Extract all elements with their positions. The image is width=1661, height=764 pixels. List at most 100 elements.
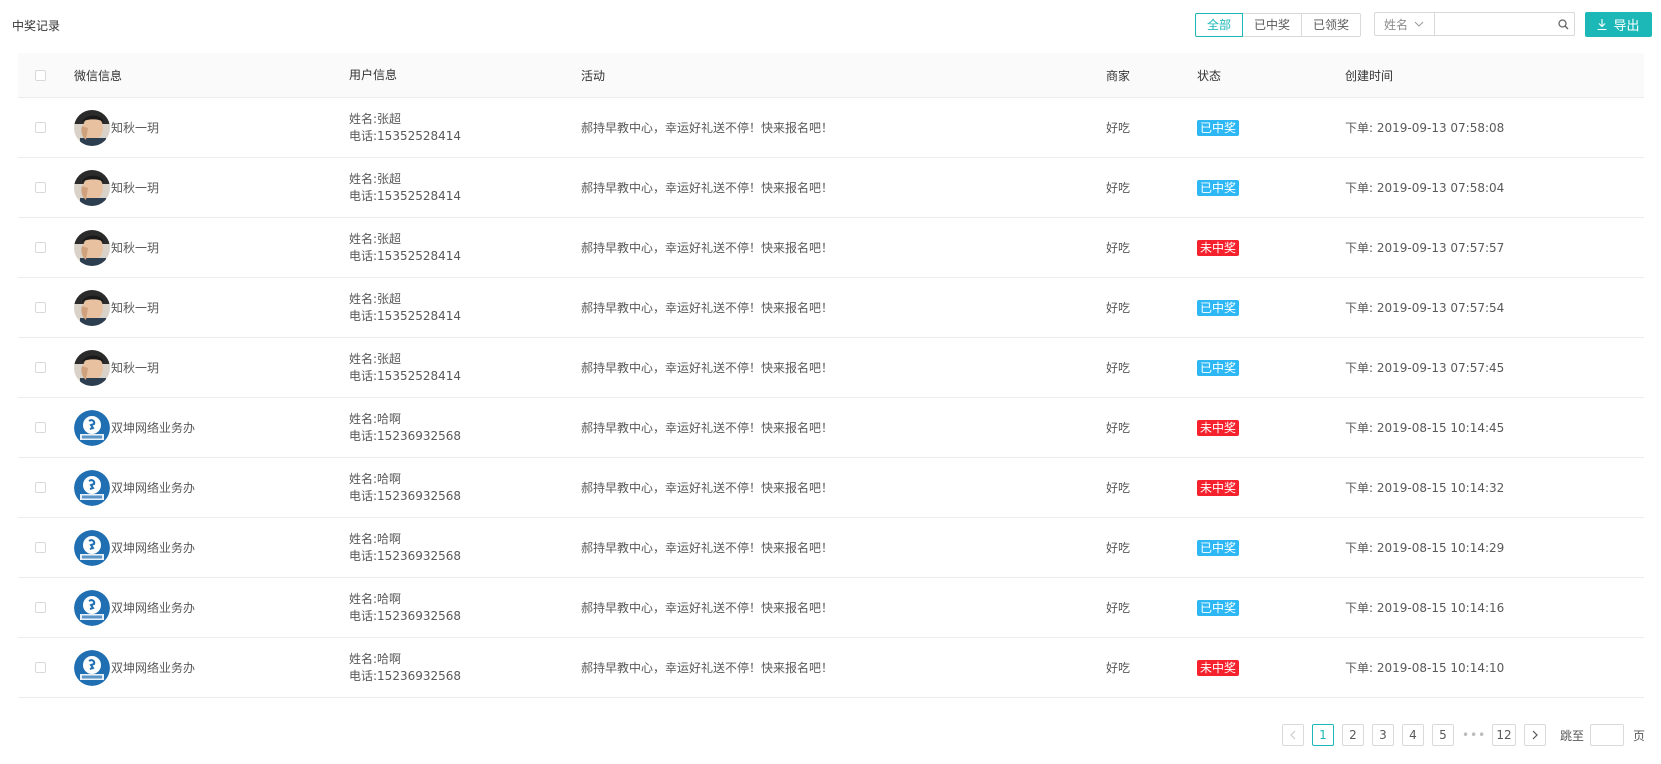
merchant-cell: 好吃 [1106, 541, 1131, 555]
wechat-name: 双坤网络业务办 [111, 601, 196, 615]
activity-cell: 郝持早教中心，幸运好礼送不停！快来报名吧！ [581, 241, 834, 255]
wechat-info: 知秋一玥 [74, 218, 159, 277]
search-input[interactable] [1435, 14, 1552, 34]
download-icon [1597, 19, 1607, 30]
avatar [74, 109, 110, 146]
header-activity: 活动 [581, 68, 606, 83]
row-checkbox-cell [35, 158, 46, 217]
status-cell: 已中奖 [1197, 98, 1240, 157]
table-row: 双坤网络业务办 姓名:哈啊 电话:15236932568 郝持早教中心，幸运好礼送不停… [18, 458, 1644, 518]
user-info: 姓名:张超电话:15352528414 [349, 278, 461, 337]
row-checkbox-cell [35, 98, 46, 157]
created-time-cell: 下单: 2019-09-13 07:57:45 [1345, 361, 1505, 375]
jump-label: 跳至 [1560, 728, 1585, 743]
merchant-cell: 好吃 [1106, 121, 1131, 135]
row-checkbox[interactable] [35, 182, 46, 193]
activity-cell: 郝持早教中心，幸运好礼送不停！快来报名吧！ [581, 541, 834, 555]
wechat-info: 双坤网络业务办 [74, 398, 195, 457]
row-checkbox-cell [35, 218, 46, 277]
status-cell: 已中奖 [1197, 578, 1240, 637]
page-4-button[interactable]: 4 [1402, 724, 1424, 746]
user-phone: 电话:15236932568 [349, 548, 462, 563]
row-checkbox[interactable] [35, 542, 46, 553]
status-badge: 已中奖 [1197, 119, 1240, 136]
next-page-button[interactable] [1524, 724, 1546, 746]
user-phone: 电话:15236932568 [349, 428, 462, 443]
prev-page-button[interactable] [1282, 724, 1304, 746]
jump-page-input[interactable] [1590, 724, 1625, 746]
page-3-button[interactable]: 3 [1372, 724, 1394, 746]
avatar [74, 229, 110, 266]
filter-all-button[interactable]: 全部 [1195, 13, 1244, 37]
status-cell: 已中奖 [1197, 338, 1240, 397]
page-1-button[interactable]: 1 [1312, 724, 1334, 746]
page-5-button[interactable]: 5 [1432, 724, 1454, 746]
status-cell: 已中奖 [1197, 518, 1240, 577]
table-row: 知秋一玥 姓名:张超 电话:15352528414 郝持早教中心，幸运好礼送不停！快来… [18, 218, 1644, 278]
merchant-cell: 好吃 [1106, 301, 1131, 315]
activity-cell: 郝持早教中心，幸运好礼送不停！快来报名吧！ [581, 661, 834, 675]
status-badge: 未中奖 [1197, 239, 1240, 256]
user-info: 姓名:哈啊 电话:15236932568 [349, 398, 461, 457]
row-checkbox-cell [35, 458, 46, 517]
header-user: 用户信息 [349, 67, 398, 82]
user-phone: 电话:15352528414 [349, 248, 462, 263]
status-badge: 已中奖 [1197, 359, 1240, 376]
status-cell: 未中奖 [1197, 218, 1240, 277]
table-row: 知秋一玥 姓名:张超 电话:15352528414 郝持早教中心，幸运好礼送不停！快来… [18, 278, 1644, 338]
jump-unit: 页 [1633, 728, 1646, 743]
table-row: 知秋一玥 姓名:张超 电话:15352528414 郝持早教中心，幸运好礼送不停！快来… [18, 98, 1644, 158]
export-button[interactable]: 导出 [1585, 12, 1652, 37]
export-label: 导出 [1613, 19, 1640, 34]
filter-claimed-button[interactable]: 已领奖 [1301, 13, 1362, 37]
page-2-button[interactable]: 2 [1342, 724, 1364, 746]
wechat-name: 知秋一玥 [111, 301, 160, 315]
user-info: 姓名:张超 电话:15352528414 [349, 158, 461, 217]
user-info: 姓名:张超 电话:15352528414 [349, 338, 461, 397]
user-info: 姓名:张超 电话:15352528414 [349, 98, 461, 157]
row-checkbox[interactable] [35, 662, 46, 673]
header-created-time: 创建时间 [1345, 68, 1394, 83]
row-checkbox[interactable] [35, 482, 46, 493]
chevron-left-icon [1290, 730, 1296, 740]
merchant-cell: 好吃 [1106, 481, 1131, 495]
avatar [74, 169, 110, 206]
row-checkbox[interactable] [35, 362, 46, 373]
filter-won-button[interactable]: 已中奖 [1242, 13, 1303, 37]
page-ellipsis[interactable]: ••• [1462, 728, 1485, 742]
select-all-checkbox[interactable] [35, 69, 46, 81]
user-phone: 电话:15352528414 [349, 308, 462, 323]
row-checkbox[interactable] [35, 422, 46, 433]
search-field-select[interactable]: 姓名 [1375, 13, 1435, 35]
user-name: 姓名:哈啊 [349, 471, 402, 486]
header-checkbox-cell [35, 53, 46, 97]
table-row: 双坤网络业务办 姓名:哈啊 电话:15236932568 郝持早教中心，幸运好礼送不停… [18, 578, 1644, 638]
wechat-name: 双坤网络业务办 [111, 661, 196, 675]
row-checkbox[interactable] [35, 122, 46, 133]
table-row: 双坤网络业务办 姓名:哈啊 电话:15236932568 郝持早教中心，幸运好礼送不停… [18, 518, 1644, 578]
search-icon[interactable] [1552, 18, 1574, 30]
user-name: 姓名:张超 [349, 291, 402, 306]
wechat-info: 知秋一玥 [74, 278, 159, 337]
header-status: 状态 [1197, 68, 1222, 83]
page-title: 中奖记录 [12, 19, 61, 33]
user-phone: 电话:15352528414 [349, 128, 462, 143]
avatar [74, 409, 110, 446]
created-time-cell: 下单: 2019-09-13 07:57:54 [1345, 301, 1505, 315]
row-checkbox[interactable] [35, 242, 46, 253]
row-checkbox[interactable] [35, 302, 46, 313]
merchant-cell: 好吃 [1106, 661, 1131, 675]
table-body: 知秋一玥 姓名:张超 电话:15352528414 郝持早教中心，幸运好礼送不停！快来… [18, 98, 1644, 698]
row-checkbox[interactable] [35, 602, 46, 613]
filter-group: 全部 已中奖 已领奖 [1195, 13, 1362, 37]
pagination: 1 2 3 4 5 ••• 12 跳至 页 [1282, 724, 1645, 746]
page-12-button[interactable]: 12 [1492, 724, 1516, 746]
user-info: 姓名:哈啊 电话:15236932568 [349, 458, 461, 517]
user-info: 姓名:哈啊 电话:15236932568 [349, 638, 461, 697]
created-time-cell: 下单: 2019-08-15 10:14:16 [1345, 601, 1505, 615]
activity-cell: 郝持早教中心，幸运好礼送不停！快来报名吧！ [581, 361, 834, 375]
activity-cell: 郝持早教中心，幸运好礼送不停！快来报名吧！ [581, 121, 834, 135]
activity-cell: 郝持早教中心，幸运好礼送不停！快来报名吧！ [581, 481, 834, 495]
chevron-right-icon [1532, 730, 1538, 740]
status-badge: 已中奖 [1197, 179, 1240, 196]
